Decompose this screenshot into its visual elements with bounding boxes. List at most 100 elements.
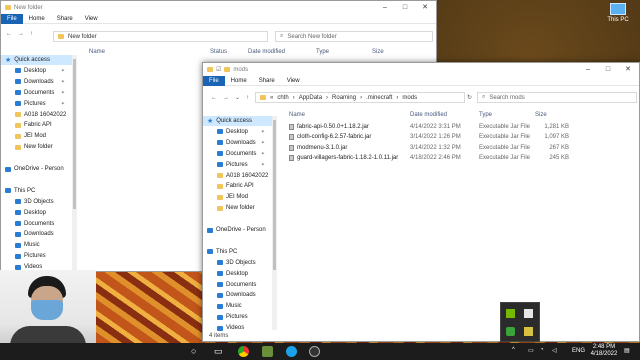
up-arrow-icon[interactable]: ↑ [30,31,33,37]
sidebar-item[interactable]: ★ Quick access [1,55,73,65]
col-type[interactable]: Type [316,49,329,55]
explorer-window-mods[interactable]: ☑ mods – □ ✕ File Home Share View ← → ⌄ … [202,62,640,342]
sidebar-item[interactable]: OneDrive - Person [203,225,273,235]
sidebar-item[interactable]: Documents [1,219,73,229]
path-chth[interactable]: chth [277,95,288,101]
nav-pane-scrollbar[interactable] [72,55,77,271]
volume-icon[interactable]: ◁ [552,347,557,354]
app-icon[interactable] [524,327,533,336]
sidebar-item[interactable]: Desktop [1,208,73,218]
title-bar[interactable]: New folder – □ ✕ [1,1,436,14]
sidebar-item[interactable]: Music [203,301,273,311]
minimize-button[interactable]: – [581,63,595,76]
notification-icon[interactable]: ▤ [624,347,630,354]
sidebar-item[interactable]: New folder [1,142,73,152]
address-bar[interactable]: New folder [53,31,268,42]
col-name[interactable]: Name [289,112,305,118]
sidebar-item[interactable]: Downloads ✦ [203,138,273,148]
close-button[interactable]: ✕ [621,63,635,76]
sidebar-item[interactable]: This PC [1,186,73,196]
sidebar-item[interactable]: Videos [203,323,273,333]
clock[interactable]: 2:48 PM 4/18/2022 [589,344,619,358]
title-bar[interactable]: ☑ mods – □ ✕ [203,63,639,76]
sidebar-item[interactable]: New folder [203,203,273,213]
back-arrow-icon[interactable]: ← [211,95,217,101]
pin-icon[interactable]: ✦ [61,101,65,107]
address-bar[interactable]: « chth › AppData › Roaming › .minecraft › mo… [255,92,465,103]
sidebar-item[interactable]: Downloads ✦ [1,77,73,87]
sidebar-item[interactable]: Fabric API [1,120,73,130]
search-box[interactable]: ⌕ Search New folder [275,31,433,42]
nav-pane-scrollbar[interactable] [272,116,277,330]
sidebar-item[interactable]: Pictures [203,312,273,322]
col-size[interactable]: Size [535,112,547,118]
pin-icon[interactable]: ✦ [261,129,265,135]
tab-share[interactable]: Share [253,76,281,86]
tab-view[interactable]: View [281,76,306,86]
sidebar-item[interactable]: 3D Objects [203,258,273,268]
sidebar-item[interactable]: 3D Objects [1,197,73,207]
minecraft-icon[interactable] [262,346,273,357]
refresh-icon[interactable]: ↻ [467,94,472,101]
shield-icon[interactable] [506,327,515,336]
skype-icon[interactable] [286,346,297,357]
path-appdata[interactable]: AppData [299,95,322,101]
col-date[interactable]: Date modified [248,49,285,55]
app-icon[interactable] [524,309,533,318]
sidebar-item[interactable]: JEI Mod [203,192,273,202]
sidebar-item[interactable]: A018 16042022 [1,110,73,120]
language-indicator[interactable]: ENG [572,348,585,354]
col-status[interactable]: Status [210,49,227,55]
sidebar-item[interactable]: A018 16042022 [203,171,273,181]
task-view-icon[interactable]: ▭ [214,346,223,357]
path-minecraft[interactable]: .minecraft [366,95,392,101]
sidebar-item[interactable]: ★ Quick access [203,116,273,126]
sidebar-item[interactable]: Music [1,240,73,250]
network-icon[interactable]: ◔ [540,347,544,353]
search-box[interactable]: ⌕ Search mods [477,92,637,103]
forward-arrow-icon[interactable]: → [18,31,24,37]
chrome-icon[interactable] [238,346,249,357]
sidebar-item[interactable]: Fabric API [203,181,273,191]
maximize-button[interactable]: □ [601,63,615,76]
sidebar-item[interactable]: JEI Mod [1,131,73,141]
pin-icon[interactable]: ✦ [261,140,265,146]
sidebar-item[interactable]: OneDrive - Person [1,164,73,174]
forward-arrow-icon[interactable]: → [223,95,229,101]
sidebar-item[interactable]: Documents [203,280,273,290]
nvidia-icon[interactable] [506,309,515,318]
sidebar-item[interactable]: Desktop ✦ [1,66,73,76]
recent-chevron-icon[interactable]: ⌄ [235,94,240,101]
sidebar-item[interactable]: Desktop ✦ [203,127,273,137]
search-icon[interactable]: ○ [191,346,196,356]
pin-icon[interactable]: ✦ [61,68,65,74]
tab-view[interactable]: View [79,14,104,24]
scroll-thumb[interactable] [273,120,276,270]
sidebar-item[interactable]: Downloads [203,290,273,300]
obs-icon[interactable] [309,346,320,357]
up-arrow-icon[interactable]: ↑ [246,95,249,101]
sidebar-item[interactable]: Desktop [203,269,273,279]
tab-file[interactable]: File [203,75,225,86]
sidebar-item[interactable]: Pictures ✦ [203,160,273,170]
sidebar-item[interactable]: This PC [203,247,273,257]
scroll-thumb[interactable] [73,59,76,209]
desktop-this-pc-shortcut[interactable]: This PC [603,3,633,23]
tab-home[interactable]: Home [23,14,51,24]
sidebar-item[interactable]: Documents ✦ [1,88,73,98]
pin-icon[interactable]: ✦ [61,79,65,85]
tab-share[interactable]: Share [51,14,79,24]
maximize-button[interactable]: □ [398,1,412,14]
col-size[interactable]: Size [372,49,384,55]
pin-icon[interactable]: ✦ [61,90,65,96]
sidebar-item[interactable]: Pictures [1,251,73,261]
sidebar-item[interactable]: Documents ✦ [203,149,273,159]
col-date[interactable]: Date modified [410,112,447,118]
minimize-button[interactable]: – [378,1,392,14]
pin-icon[interactable]: ✦ [261,151,265,157]
back-arrow-icon[interactable]: ← [6,31,12,37]
sidebar-item[interactable]: Downloads [1,229,73,239]
pin-icon[interactable]: ✦ [261,162,265,168]
tab-home[interactable]: Home [225,76,253,86]
battery-icon[interactable]: ▭ [528,347,534,354]
